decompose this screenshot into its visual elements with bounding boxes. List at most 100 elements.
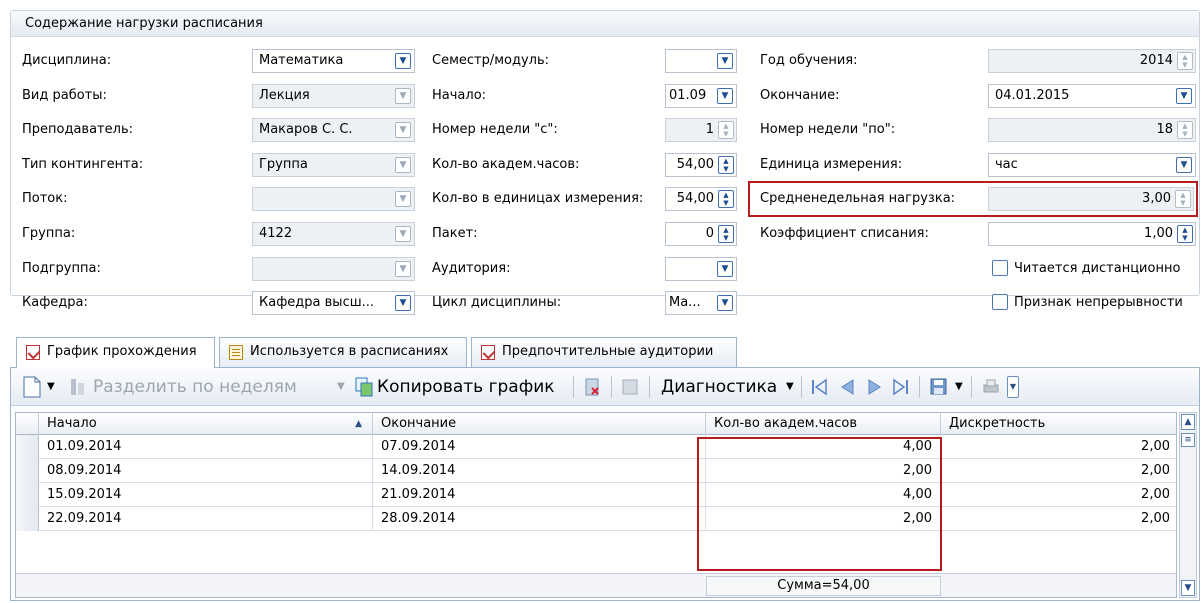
chevron-down-icon[interactable]: ▼ xyxy=(717,88,733,104)
cycle-select[interactable]: Ма... ▼ xyxy=(665,291,737,315)
cycle-label: Цикл дисциплины: xyxy=(432,295,562,310)
discipline-select[interactable]: Математика ▼ xyxy=(252,49,415,73)
delete-icon[interactable] xyxy=(583,377,601,397)
spinner-icon[interactable]: ▲ ▼ xyxy=(1175,190,1191,208)
row-selector[interactable] xyxy=(16,459,39,483)
cell-discreteness[interactable]: 2,00 xyxy=(941,435,1178,459)
start-select[interactable]: 01.09 ▼ xyxy=(665,84,737,108)
week-to-spinner[interactable]: 18 ▲ ▼ xyxy=(988,118,1196,142)
cell-start[interactable]: 01.09.2014 xyxy=(39,435,373,459)
column-header-acad-hours[interactable]: Кол-во академ.часов xyxy=(706,413,941,435)
weekly-load-spinner[interactable]: 3,00 ▲ ▼ xyxy=(988,187,1194,211)
spinner-icon[interactable]: ▲ ▼ xyxy=(718,225,734,243)
writeoff-spinner[interactable]: 1,00 ▲ ▼ xyxy=(988,222,1196,246)
save-icon[interactable] xyxy=(929,377,949,397)
table-row[interactable]: 22.09.2014 28.09.2014 2,00 2,00 xyxy=(16,507,1176,531)
unit-select[interactable]: час ▼ xyxy=(988,153,1196,177)
chevron-down-icon[interactable]: ▼ xyxy=(1176,88,1192,104)
week-from-spinner[interactable]: 1 ▲ ▼ xyxy=(665,118,737,142)
split-by-weeks-button[interactable]: Разделить по неделям xyxy=(93,373,297,401)
chevron-down-icon[interactable]: ▼ xyxy=(395,122,411,138)
table-row[interactable]: 08.09.2014 14.09.2014 2,00 2,00 xyxy=(16,459,1176,483)
copy-schedule-button[interactable]: Копировать график xyxy=(377,373,555,401)
spinner-icon[interactable]: ▲ ▼ xyxy=(718,156,734,174)
chevron-down-icon[interactable]: ▼ xyxy=(395,226,411,242)
department-select[interactable]: Кафедра высш... ▼ xyxy=(252,291,415,315)
print-icon[interactable] xyxy=(981,377,1001,397)
spinner-icon[interactable]: ▲ ▼ xyxy=(1177,52,1193,70)
split-dropdown-arrow[interactable]: ▼ xyxy=(337,373,345,401)
subgroup-select[interactable]: ▼ xyxy=(252,257,415,281)
cell-end[interactable]: 21.09.2014 xyxy=(373,483,706,507)
chevron-down-icon[interactable]: ▼ xyxy=(395,88,411,104)
spinner-icon[interactable]: ▲ ▼ xyxy=(718,190,734,208)
checklist-icon xyxy=(26,345,40,360)
auditorium-select[interactable]: ▼ xyxy=(665,257,737,281)
chevron-down-icon[interactable]: ▼ xyxy=(395,53,411,69)
units-count-spinner[interactable]: 54,00 ▲ ▼ xyxy=(665,187,737,211)
cell-start[interactable]: 22.09.2014 xyxy=(39,507,373,531)
cell-end[interactable]: 14.09.2014 xyxy=(373,459,706,483)
new-document-icon[interactable] xyxy=(23,376,41,398)
row-selector[interactable] xyxy=(16,507,39,531)
chevron-down-icon[interactable]: ▼ xyxy=(395,295,411,311)
column-header-discreteness[interactable]: Дискретность xyxy=(941,413,1178,435)
spinner-icon[interactable]: ▲ ▼ xyxy=(1177,121,1193,139)
chevron-down-icon[interactable]: ▼ xyxy=(717,261,733,277)
spinner-icon[interactable]: ▲ ▼ xyxy=(1177,225,1193,243)
group-select[interactable]: 4122 ▼ xyxy=(252,222,415,246)
teacher-select[interactable]: Макаров С. С. ▼ xyxy=(252,118,415,142)
diagnostics-button[interactable]: Диагностика xyxy=(661,373,777,401)
acad-hours-spinner[interactable]: 54,00 ▲ ▼ xyxy=(665,153,737,177)
new-dropdown-arrow[interactable]: ▼ xyxy=(47,373,55,401)
spinner-icon[interactable]: ▲ ▼ xyxy=(718,121,734,139)
chevron-down-icon[interactable]: ▼ xyxy=(717,295,733,311)
chevron-down-icon[interactable]: ▼ xyxy=(717,53,733,69)
table-row[interactable]: 01.09.2014 07.09.2014 4,00 2,00 xyxy=(16,435,1176,459)
tab-schedule-progress[interactable]: График прохождения xyxy=(16,337,215,368)
last-page-icon[interactable] xyxy=(891,377,911,397)
units-count-label: Кол-во в единицах измерения: xyxy=(432,191,644,206)
prev-page-icon[interactable] xyxy=(837,377,857,397)
row-selector[interactable] xyxy=(16,435,39,459)
cell-start[interactable]: 08.09.2014 xyxy=(39,459,373,483)
vertical-scrollbar[interactable]: ▲ ≡ ▼ xyxy=(1179,412,1197,598)
chevron-down-icon[interactable]: ▼ xyxy=(395,261,411,277)
package-spinner[interactable]: 0 ▲ ▼ xyxy=(665,222,737,246)
cell-end[interactable]: 07.09.2014 xyxy=(373,435,706,459)
column-header-start[interactable]: Начало ▲ xyxy=(39,413,373,435)
scroll-up-icon[interactable]: ▲ xyxy=(1181,414,1195,430)
save-dropdown-arrow[interactable]: ▼ xyxy=(955,373,963,401)
chevron-down-icon[interactable]: ▼ xyxy=(395,191,411,207)
semester-select[interactable]: ▼ xyxy=(665,49,737,73)
cell-discreteness[interactable]: 2,00 xyxy=(941,483,1178,507)
diagnostics-dropdown-arrow[interactable]: ▼ xyxy=(786,373,794,401)
chevron-down-icon[interactable]: ▼ xyxy=(1176,157,1192,173)
cell-start[interactable]: 15.09.2014 xyxy=(39,483,373,507)
table-row[interactable]: 15.09.2014 21.09.2014 4,00 2,00 xyxy=(16,483,1176,507)
toolbar-overflow-icon[interactable]: ▼ xyxy=(1007,376,1019,398)
scroll-thumb[interactable]: ≡ xyxy=(1181,433,1195,447)
cell-discreteness[interactable]: 2,00 xyxy=(941,459,1178,483)
chevron-down-icon[interactable]: ▼ xyxy=(395,157,411,173)
unit-label: Единица измерения: xyxy=(760,157,903,172)
row-selector[interactable] xyxy=(16,483,39,507)
cell-discreteness[interactable]: 2,00 xyxy=(941,507,1178,531)
tab-preferred-auditoriums[interactable]: Предпочтительные аудитории xyxy=(471,337,737,367)
column-header-end[interactable]: Окончание xyxy=(373,413,706,435)
continuity-label: Признак непрерывности xyxy=(1014,295,1183,310)
discipline-label: Дисциплина: xyxy=(22,53,112,68)
first-page-icon[interactable] xyxy=(809,377,829,397)
contingent-select[interactable]: Группа ▼ xyxy=(252,153,415,177)
tab-used-in-schedules[interactable]: Используется в расписаниях xyxy=(219,337,467,367)
year-spinner[interactable]: 2014 ▲ ▼ xyxy=(988,49,1196,73)
remote-checkbox[interactable] xyxy=(992,260,1008,276)
stream-select[interactable]: ▼ xyxy=(252,187,415,211)
cell-end[interactable]: 28.09.2014 xyxy=(373,507,706,531)
work-type-select[interactable]: Лекция ▼ xyxy=(252,84,415,108)
scroll-down-icon[interactable]: ▼ xyxy=(1181,580,1195,596)
next-page-icon[interactable] xyxy=(865,377,885,397)
end-date-select[interactable]: 04.01.2015 ▼ xyxy=(988,84,1196,108)
continuity-checkbox[interactable] xyxy=(992,294,1008,310)
row-selector-header xyxy=(16,413,39,435)
